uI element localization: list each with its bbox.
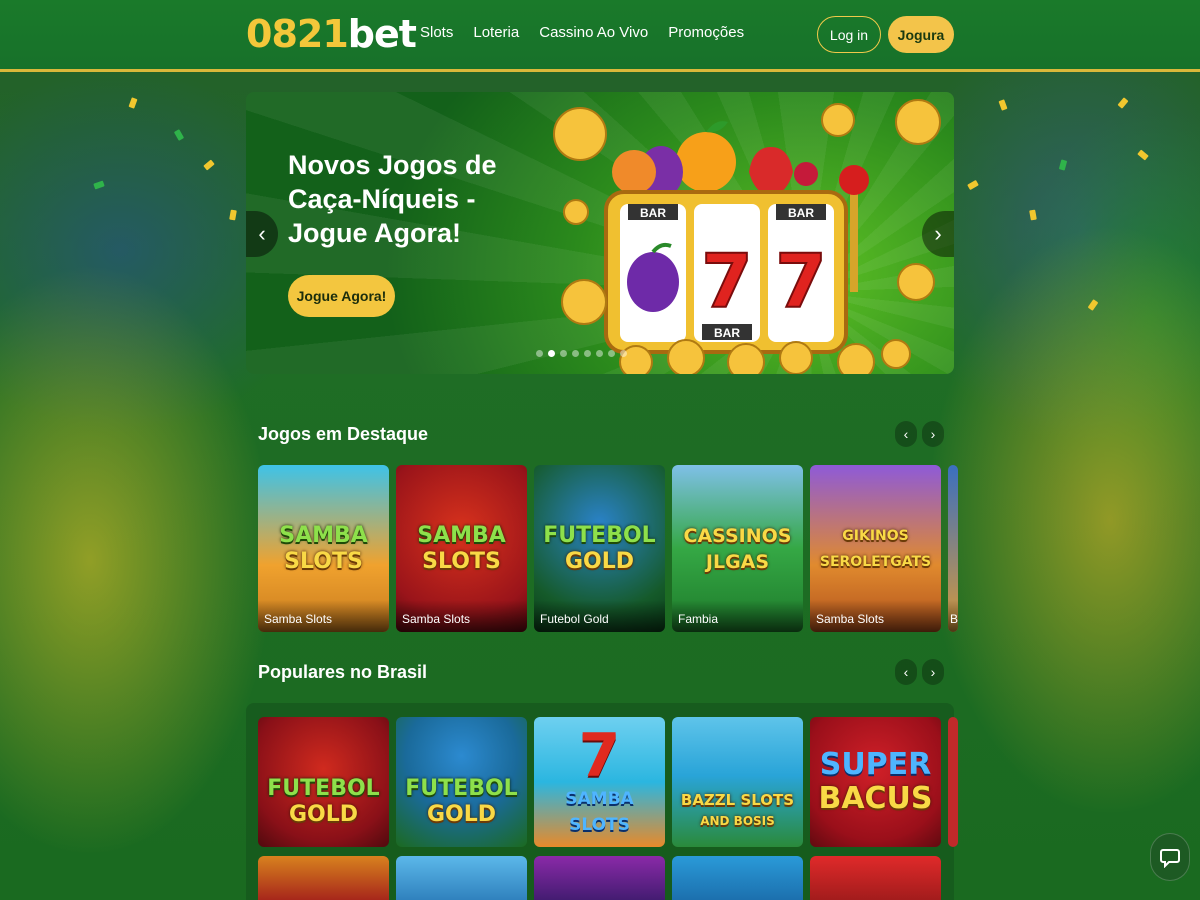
slide-dot[interactable] bbox=[608, 350, 615, 357]
nav-item-cassino-ao-vivo[interactable]: Cassino Ao Vivo bbox=[539, 24, 648, 41]
orange-icon bbox=[676, 132, 736, 192]
chevron-right-icon: › bbox=[934, 221, 942, 246]
hero-cta-button[interactable]: Jogue Agora! bbox=[288, 275, 395, 317]
game-card-partial[interactable]: B bbox=[948, 465, 958, 632]
slide-dot[interactable] bbox=[560, 350, 567, 357]
game-card[interactable]: FUTEBOL GOLD bbox=[396, 717, 527, 847]
chevron-right-icon: › bbox=[930, 664, 936, 680]
popular-next-arrow[interactable]: › bbox=[922, 659, 944, 685]
game-card[interactable]: FUTEBOL GOLD Futebol Gold bbox=[534, 465, 665, 632]
featured-next-arrow[interactable]: › bbox=[922, 421, 944, 447]
game-title: Fambia bbox=[672, 600, 803, 632]
logo-bet: bet bbox=[347, 12, 417, 56]
game-card[interactable] bbox=[672, 856, 803, 900]
chevron-right-icon: › bbox=[930, 426, 936, 442]
featured-section-title: Jogos em Destaque bbox=[258, 424, 429, 444]
game-card[interactable]: FUTEBOL GOLD bbox=[258, 717, 389, 847]
featured-games-row: SAMBA SLOTS Samba Slots SAMBA SLOTS Samb… bbox=[258, 465, 958, 632]
game-card-partial[interactable] bbox=[948, 717, 958, 847]
featured-prev-arrow[interactable]: ‹ bbox=[895, 421, 917, 447]
game-card[interactable]: 7 SAMBA SLOTS bbox=[534, 717, 665, 847]
slot-machine-illustration: BAR BAR BAR 7 7 bbox=[553, 99, 941, 374]
game-art: BAZZL SLOTS AND BOSIS bbox=[680, 791, 795, 828]
strawberry-icon bbox=[749, 147, 793, 196]
chevron-left-icon: ‹ bbox=[258, 221, 266, 246]
svg-text:7: 7 bbox=[775, 239, 827, 325]
slide-dot[interactable] bbox=[596, 350, 603, 357]
login-button[interactable]: Log in bbox=[817, 16, 881, 53]
game-title: Samba Slots bbox=[258, 600, 389, 632]
game-art: SUPER BACUS bbox=[818, 747, 933, 816]
slide-dot[interactable] bbox=[548, 350, 555, 357]
game-title: Samba Slots bbox=[810, 600, 941, 632]
game-card[interactable]: SUPER BACUS bbox=[810, 717, 941, 847]
main-nav: Slots Loteria Cassino Ao Vivo Promoções bbox=[420, 24, 744, 41]
game-card[interactable] bbox=[810, 856, 941, 900]
game-title: Samba Slots bbox=[396, 600, 527, 632]
svg-text:BAR: BAR bbox=[714, 326, 740, 340]
hero-banner[interactable]: BAR BAR BAR 7 7 Novos Jogos de Caça-Níqu… bbox=[246, 92, 954, 374]
game-card[interactable] bbox=[258, 856, 389, 900]
slide-dot[interactable] bbox=[572, 350, 579, 357]
svg-text:BAR: BAR bbox=[788, 206, 814, 220]
svg-text:BAR: BAR bbox=[640, 206, 666, 220]
cherry-icon bbox=[794, 162, 818, 186]
chevron-left-icon: ‹ bbox=[903, 664, 909, 680]
slide-dot[interactable] bbox=[620, 350, 627, 357]
game-card[interactable]: SAMBA SLOTS Samba Slots bbox=[258, 465, 389, 632]
signup-button[interactable]: Jogura bbox=[888, 16, 954, 53]
nav-item-promocoes[interactable]: Promoções bbox=[668, 24, 744, 41]
lever-knob bbox=[839, 165, 869, 195]
logo-number: 0821 bbox=[246, 12, 349, 56]
game-art: 7 SAMBA SLOTS bbox=[565, 721, 634, 835]
grapefruit-icon bbox=[612, 150, 656, 194]
game-card[interactable]: GIKINOS SEROLETGATS Samba Slots bbox=[810, 465, 941, 632]
game-card[interactable]: CASSINOS JLGAS Fambia bbox=[672, 465, 803, 632]
hero-title: Novos Jogos de Caça-Níqueis - Jogue Agor… bbox=[288, 150, 497, 248]
game-card[interactable]: BAZZL SLOTS AND BOSIS bbox=[672, 717, 803, 847]
popular-games-row: FUTEBOL GOLD FUTEBOL GOLD 7 SAMBA SLOTS … bbox=[258, 717, 958, 847]
chat-button[interactable] bbox=[1150, 833, 1190, 881]
game-card[interactable] bbox=[396, 856, 527, 900]
slide-dot[interactable] bbox=[536, 350, 543, 357]
brand-logo[interactable]: 0821bet bbox=[246, 12, 417, 56]
popular-games-row-2 bbox=[258, 856, 941, 900]
game-title: B bbox=[948, 600, 958, 632]
game-art: FUTEBOL GOLD bbox=[267, 776, 380, 827]
svg-text:7: 7 bbox=[701, 239, 753, 325]
hero-slide-dots bbox=[536, 350, 627, 357]
popular-prev-arrow[interactable]: ‹ bbox=[895, 659, 917, 685]
nav-item-loteria[interactable]: Loteria bbox=[473, 24, 519, 41]
chevron-left-icon: ‹ bbox=[903, 426, 909, 442]
game-art: FUTEBOL GOLD bbox=[405, 776, 518, 827]
slide-dot[interactable] bbox=[584, 350, 591, 357]
chat-icon bbox=[1160, 849, 1180, 868]
game-card[interactable] bbox=[534, 856, 665, 900]
nav-item-slots[interactable]: Slots bbox=[420, 24, 453, 41]
game-card[interactable]: SAMBA SLOTS Samba Slots bbox=[396, 465, 527, 632]
top-header: 0821bet Slots Loteria Cassino Ao Vivo Pr… bbox=[0, 0, 1200, 72]
popular-section-title: Populares no Brasil bbox=[258, 662, 428, 682]
game-title: Futebol Gold bbox=[534, 600, 665, 632]
